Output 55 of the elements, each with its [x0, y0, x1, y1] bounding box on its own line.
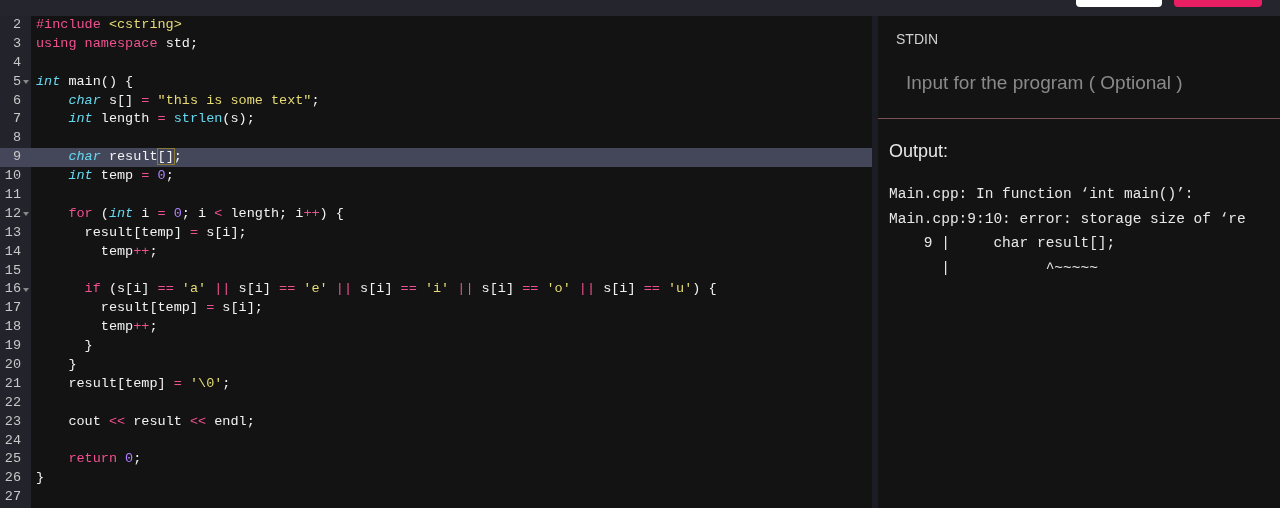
- code-line: temp++;: [99, 319, 158, 335]
- output-line: Main.cpp:9:10: error: storage size of ‘re: [889, 209, 1247, 229]
- output-line: Main.cpp: In function ‘int main()’:: [889, 185, 1195, 204]
- line-number: 12: [4, 204, 21, 223]
- line-number: 7: [12, 110, 21, 129]
- fold-caret-icon[interactable]: [22, 287, 29, 292]
- code-line: int temp = 0;: [67, 168, 174, 184]
- code-line: #include <cstring>: [36, 17, 182, 32]
- stdin-label: STDIN: [896, 30, 939, 49]
- code-line: temp++;: [99, 243, 158, 259]
- code-line: }: [36, 470, 45, 486]
- output-label: Output:: [889, 140, 950, 163]
- line-number: 27: [4, 488, 21, 507]
- line-number: 20: [4, 356, 21, 375]
- code-line: return 0;: [67, 451, 142, 467]
- line-number: 17: [4, 299, 21, 318]
- line-number: 18: [4, 318, 21, 337]
- line-number: 5: [12, 72, 21, 91]
- line-number: 26: [4, 469, 21, 488]
- line-number: 13: [4, 223, 21, 242]
- line-number: 4: [12, 53, 21, 72]
- fold-caret-icon[interactable]: [22, 80, 29, 85]
- output-line: 9 | char result[];: [922, 234, 1117, 253]
- stdin-field[interactable]: Input for the program ( Optional ): [896, 65, 1262, 102]
- code-line: result[temp] = s[i];: [99, 300, 263, 316]
- line-number: 24: [4, 431, 21, 450]
- code-line: char result[];: [67, 149, 182, 165]
- code-line: result[temp] = s[i];: [83, 224, 247, 240]
- line-number: 10: [4, 167, 21, 186]
- code-line: char s[] = "this is some text";: [67, 92, 320, 108]
- fold-caret-icon[interactable]: [22, 212, 29, 217]
- line-number: 16: [4, 280, 21, 299]
- output-line: | ^~~~~~: [940, 258, 1099, 278]
- code-line: int main() {: [36, 73, 134, 89]
- line-number: 14: [4, 242, 21, 261]
- line-number: 25: [4, 450, 21, 469]
- code-line: using namespace std;: [36, 35, 199, 51]
- code-line: cout << result << endl;: [67, 413, 255, 429]
- line-number: 3: [12, 34, 21, 53]
- line-number: 22: [4, 393, 21, 412]
- line-number: 2: [12, 16, 21, 34]
- line-number: 19: [4, 337, 21, 356]
- code-line: }: [67, 357, 77, 373]
- line-number: 21: [4, 374, 21, 393]
- code-line: result[temp] = '\0';: [67, 375, 231, 391]
- code-line: for (int i = 0; i < length; i++) {: [67, 205, 344, 221]
- code-line: }: [83, 338, 93, 354]
- line-number: 6: [12, 91, 21, 110]
- line-number: 15: [4, 261, 21, 280]
- line-number: 23: [4, 412, 21, 431]
- code-line: int length = strlen(s);: [67, 111, 255, 127]
- line-number: 9: [12, 148, 21, 167]
- line-number: 8: [12, 129, 21, 148]
- code-line: if (s[i] == 'a' || s[i] == 'e' || s[i] == 'i' || s[i] == 'o' || s[i] == 'u') {: [83, 281, 717, 297]
- line-number: 11: [4, 186, 21, 204]
